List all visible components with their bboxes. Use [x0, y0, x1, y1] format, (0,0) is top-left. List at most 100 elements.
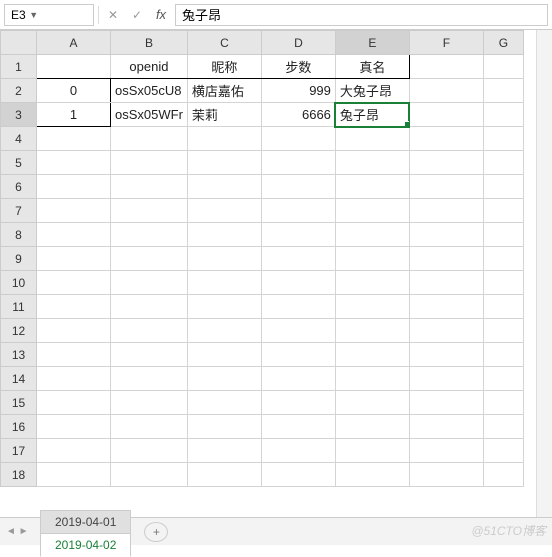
cell-C4[interactable] — [187, 127, 261, 151]
cell-E16[interactable] — [335, 415, 409, 439]
cell-G14[interactable] — [483, 367, 523, 391]
cell-C15[interactable] — [187, 391, 261, 415]
cell-A5[interactable] — [37, 151, 111, 175]
cell-B15[interactable] — [111, 391, 188, 415]
cancel-icon[interactable]: ✕ — [103, 5, 123, 25]
cell-B10[interactable] — [111, 271, 188, 295]
cell-G8[interactable] — [483, 223, 523, 247]
cell-F11[interactable] — [409, 295, 483, 319]
cell-E2[interactable]: 大兔子昂 — [335, 79, 409, 103]
cell-D8[interactable] — [261, 223, 335, 247]
cell-D7[interactable] — [261, 199, 335, 223]
cell-G2[interactable] — [483, 79, 523, 103]
tab-nav-arrows[interactable]: ◄ ► — [6, 526, 29, 537]
cell-A12[interactable] — [37, 319, 111, 343]
cell-F10[interactable] — [409, 271, 483, 295]
cell-D11[interactable] — [261, 295, 335, 319]
row-header-7[interactable]: 7 — [1, 199, 37, 223]
cell-B4[interactable] — [111, 127, 188, 151]
row-header-15[interactable]: 15 — [1, 391, 37, 415]
cell-B3[interactable]: osSx05WFr — [111, 103, 188, 127]
cell-F1[interactable] — [409, 55, 483, 79]
cell-B13[interactable] — [111, 343, 188, 367]
cell-C17[interactable] — [187, 439, 261, 463]
cell-A15[interactable] — [37, 391, 111, 415]
cell-B8[interactable] — [111, 223, 188, 247]
cell-G9[interactable] — [483, 247, 523, 271]
column-header-G[interactable]: G — [483, 31, 523, 55]
row-header-4[interactable]: 4 — [1, 127, 37, 151]
cell-D4[interactable] — [261, 127, 335, 151]
dropdown-icon[interactable]: ▼ — [26, 10, 42, 20]
cell-G4[interactable] — [483, 127, 523, 151]
cell-A8[interactable] — [37, 223, 111, 247]
cell-C13[interactable] — [187, 343, 261, 367]
row-header-2[interactable]: 2 — [1, 79, 37, 103]
cell-C2[interactable]: 横店嘉佑 — [187, 79, 261, 103]
column-header-B[interactable]: B — [111, 31, 188, 55]
cell-A11[interactable] — [37, 295, 111, 319]
row-header-5[interactable]: 5 — [1, 151, 37, 175]
select-all-corner[interactable] — [1, 31, 37, 55]
cell-E3[interactable]: 兔子昂 — [335, 103, 409, 127]
cell-C7[interactable] — [187, 199, 261, 223]
column-header-F[interactable]: F — [409, 31, 483, 55]
row-header-17[interactable]: 17 — [1, 439, 37, 463]
row-header-11[interactable]: 11 — [1, 295, 37, 319]
cell-E12[interactable] — [335, 319, 409, 343]
cell-E11[interactable] — [335, 295, 409, 319]
cell-D18[interactable] — [261, 463, 335, 487]
cell-B11[interactable] — [111, 295, 188, 319]
cell-A3[interactable]: 1 — [37, 103, 111, 127]
cell-A2[interactable]: 0 — [37, 79, 111, 103]
cell-F17[interactable] — [409, 439, 483, 463]
cell-G10[interactable] — [483, 271, 523, 295]
cell-A4[interactable] — [37, 127, 111, 151]
cell-G3[interactable] — [483, 103, 523, 127]
cell-A14[interactable] — [37, 367, 111, 391]
cell-B14[interactable] — [111, 367, 188, 391]
column-header-A[interactable]: A — [37, 31, 111, 55]
cell-A16[interactable] — [37, 415, 111, 439]
sheet-tab-2019-04-01[interactable]: 2019-04-01 — [40, 510, 131, 533]
row-header-6[interactable]: 6 — [1, 175, 37, 199]
cell-D10[interactable] — [261, 271, 335, 295]
cell-B5[interactable] — [111, 151, 188, 175]
column-header-E[interactable]: E — [335, 31, 409, 55]
cell-F13[interactable] — [409, 343, 483, 367]
cell-B2[interactable]: osSx05cU8 — [111, 79, 188, 103]
row-header-12[interactable]: 12 — [1, 319, 37, 343]
cell-G11[interactable] — [483, 295, 523, 319]
cell-E4[interactable] — [335, 127, 409, 151]
cell-B16[interactable] — [111, 415, 188, 439]
cell-G13[interactable] — [483, 343, 523, 367]
cell-D1[interactable]: 步数 — [261, 55, 335, 79]
cell-G7[interactable] — [483, 199, 523, 223]
cell-E10[interactable] — [335, 271, 409, 295]
cell-E5[interactable] — [335, 151, 409, 175]
cell-E7[interactable] — [335, 199, 409, 223]
spreadsheet-grid[interactable]: ABCDEFG1openid昵称步数真名20osSx05cU8横店嘉佑999大兔… — [0, 30, 552, 487]
cell-E1[interactable]: 真名 — [335, 55, 409, 79]
row-header-8[interactable]: 8 — [1, 223, 37, 247]
cell-A10[interactable] — [37, 271, 111, 295]
cell-E9[interactable] — [335, 247, 409, 271]
formula-input[interactable]: 兔子昂 — [175, 4, 548, 26]
column-header-D[interactable]: D — [261, 31, 335, 55]
cell-D15[interactable] — [261, 391, 335, 415]
cell-A9[interactable] — [37, 247, 111, 271]
cell-C14[interactable] — [187, 367, 261, 391]
cell-C18[interactable] — [187, 463, 261, 487]
cell-D16[interactable] — [261, 415, 335, 439]
cell-F3[interactable] — [409, 103, 483, 127]
cell-F6[interactable] — [409, 175, 483, 199]
cell-E13[interactable] — [335, 343, 409, 367]
cell-D5[interactable] — [261, 151, 335, 175]
cell-G1[interactable] — [483, 55, 523, 79]
cell-G17[interactable] — [483, 439, 523, 463]
row-header-9[interactable]: 9 — [1, 247, 37, 271]
cell-D14[interactable] — [261, 367, 335, 391]
cell-F8[interactable] — [409, 223, 483, 247]
row-header-3[interactable]: 3 — [1, 103, 37, 127]
row-header-10[interactable]: 10 — [1, 271, 37, 295]
